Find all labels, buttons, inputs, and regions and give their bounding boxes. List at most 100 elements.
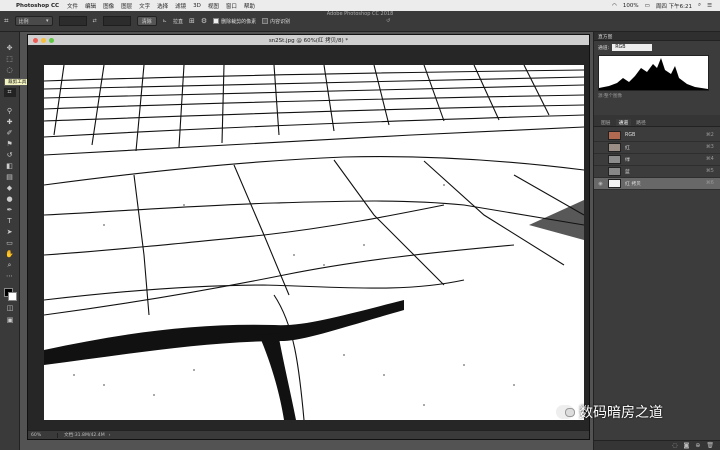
histogram-graph <box>598 55 709 91</box>
type-tool-icon[interactable]: T <box>4 217 16 226</box>
stamp-tool-icon[interactable]: ⚑ <box>4 140 16 149</box>
quick-mask-icon[interactable]: ◫ <box>4 304 16 313</box>
menu-item-file[interactable]: 文件 <box>67 2 78 10</box>
reset-icon[interactable]: ↺ <box>386 18 390 24</box>
menu-item-image[interactable]: 图像 <box>103 2 114 10</box>
checkbox-icon <box>262 18 269 24</box>
ratio-select[interactable]: 比例 ▾ <box>14 16 53 26</box>
histogram-channel-select[interactable]: RGB <box>612 44 653 51</box>
tab-channels[interactable]: 通道 <box>615 119 632 126</box>
crop-tool-preset-icon[interactable]: ⌗ <box>4 16 9 26</box>
tab-layers[interactable]: 图层 <box>598 119 614 126</box>
menu-item-layer[interactable]: 图层 <box>121 2 132 10</box>
swap-icon[interactable]: ⇄ <box>93 18 97 24</box>
new-channel-icon[interactable]: ⊕ <box>695 442 700 449</box>
options-bar: ⌗ 比例 ▾ ⇄ 清除 ⊾ 拉直 ⊞ ⚙ 删除裁剪的像素 内容识别 ↺ <box>0 11 720 32</box>
save-selection-icon[interactable]: ◙ <box>684 442 690 449</box>
crop-tool-icon[interactable]: ⌗ <box>3 88 16 97</box>
channel-name: 红 拷贝 <box>625 182 641 187</box>
battery-percent: 100% <box>622 2 639 9</box>
delete-cropped-label: 删除裁剪的像素 <box>221 18 257 25</box>
gradient-tool-icon[interactable]: ▤ <box>4 173 16 182</box>
app-menu[interactable]: Photoshop CC <box>16 3 59 9</box>
delete-channel-icon[interactable]: 🗑 <box>706 442 714 449</box>
channel-shortcut: ⌘2 <box>706 133 714 138</box>
document-info[interactable]: 文档:31.8M/42.4M <box>58 432 105 438</box>
document-title: sn2St.jpg @ 60%(红 拷贝/8) * <box>268 38 349 44</box>
path-select-tool-icon[interactable]: ➤ <box>4 228 16 237</box>
hand-tool-icon[interactable]: ✋ <box>4 250 16 259</box>
pen-tool-icon[interactable]: ✒ <box>4 206 16 215</box>
tab-paths[interactable]: 路径 <box>633 119 649 126</box>
menu-bar: Photoshop CC 文件 编辑 图像 图层 文字 选择 滤镜 3D 视图 … <box>0 0 720 11</box>
checkbox-icon <box>213 18 220 24</box>
brush-tool-icon[interactable]: ✐ <box>4 129 16 138</box>
width-input[interactable] <box>58 16 87 26</box>
blur-tool-icon[interactable]: ◆ <box>4 184 16 193</box>
marquee-tool-icon[interactable]: ⬚ <box>4 55 16 64</box>
channel-row-green[interactable]: 绿 ⌘4 <box>594 154 720 166</box>
menu-item-select[interactable]: 选择 <box>157 2 168 10</box>
histogram-shape <box>599 58 708 90</box>
menu-item-view[interactable]: 视图 <box>208 2 219 10</box>
shape-tool-icon[interactable]: ▭ <box>4 239 16 248</box>
clock[interactable]: 周四 下午6:21 <box>656 2 692 10</box>
channel-thumbnail <box>608 155 621 164</box>
channel-row-rgb[interactable]: RGB ⌘2 <box>594 130 720 142</box>
wifi-icon[interactable]: ◠ <box>612 3 617 9</box>
histogram-panel-title[interactable]: 直方图 <box>594 32 720 41</box>
status-bar: 60% 文档:31.8M/42.4M › <box>28 430 589 439</box>
image-canvas[interactable] <box>44 65 584 420</box>
status-arrow-icon[interactable]: › <box>109 433 111 438</box>
channel-row-blue[interactable]: 蓝 ⌘5 <box>594 166 720 178</box>
search-icon[interactable]: ⌕ <box>698 2 701 9</box>
eye-icon[interactable]: ◉ <box>597 181 604 187</box>
healing-brush-tool-icon[interactable]: ✚ <box>4 118 16 127</box>
document-tab[interactable]: sn2St.jpg @ 60%(红 拷贝/8) * <box>28 35 589 45</box>
eyedropper-tool-icon[interactable]: ⚲ <box>4 107 16 116</box>
menu-item-help[interactable]: 帮助 <box>244 2 255 10</box>
history-brush-tool-icon[interactable]: ↺ <box>4 151 16 160</box>
load-selection-icon[interactable]: ◌ <box>672 442 677 449</box>
overlay-grid-icon[interactable]: ⊞ <box>189 17 195 25</box>
settings-gear-icon[interactable]: ⚙ <box>201 17 207 25</box>
menu-item-3d[interactable]: 3D <box>193 3 201 9</box>
histogram-channel-row: 通道: RGB <box>594 41 720 54</box>
channels-panel-footer: ◌ ◙ ⊕ 🗑 <box>594 440 720 450</box>
screen-mode-icon[interactable]: ▣ <box>4 316 16 325</box>
more-tools-icon[interactable]: ⋯ <box>4 272 16 281</box>
move-tool-icon[interactable]: ✥ <box>4 44 16 53</box>
channel-name: 绿 <box>625 158 630 163</box>
channel-name: 蓝 <box>625 170 630 175</box>
delete-cropped-checkbox[interactable]: 删除裁剪的像素 <box>213 18 256 25</box>
channel-shortcut: ⌘3 <box>706 145 714 150</box>
channel-thumbnail <box>608 131 621 140</box>
document-window: sn2St.jpg @ 60%(红 拷贝/8) * 60% 文档:31.8M/4… <box>27 34 590 440</box>
menu-item-filter[interactable]: 滤镜 <box>175 2 186 10</box>
channel-row-red[interactable]: 红 ⌘3 <box>594 142 720 154</box>
menu-item-window[interactable]: 窗口 <box>226 2 237 10</box>
menu-item-edit[interactable]: 编辑 <box>85 2 96 10</box>
clear-button[interactable]: 清除 <box>136 16 157 26</box>
eraser-tool-icon[interactable]: ◧ <box>4 162 16 171</box>
list-icon[interactable]: ☰ <box>707 3 712 9</box>
lasso-tool-icon[interactable]: ◌ <box>4 66 16 75</box>
straighten-button[interactable]: 拉直 <box>173 18 183 25</box>
right-panel-dock: 直方图 通道: RGB 源:整个图像 图层 通道 路径 RGB ⌘2 红 ⌘3 … <box>593 32 720 450</box>
height-input[interactable] <box>102 16 131 26</box>
battery-icon[interactable]: ▭ <box>645 3 650 9</box>
straighten-icon[interactable]: ⊾ <box>163 18 167 24</box>
channel-row-red-copy[interactable]: ◉ 红 拷贝 ⌘6 <box>594 178 720 190</box>
channel-thumbnail <box>608 167 621 176</box>
content-aware-checkbox[interactable]: 内容识别 <box>262 18 290 25</box>
watermark: 数码暗房之道 <box>556 402 663 422</box>
wechat-logo-icon <box>556 405 575 419</box>
channel-shortcut: ⌘5 <box>706 169 714 174</box>
histogram-source-note: 源:整个图像 <box>598 94 623 99</box>
channels-panel-tabs: 图层 通道 路径 <box>594 115 720 127</box>
zoom-tool-icon[interactable]: ⌕ <box>4 261 16 270</box>
zoom-level[interactable]: 60% <box>28 432 58 438</box>
menu-item-type[interactable]: 文字 <box>139 2 150 10</box>
dodge-tool-icon[interactable]: ● <box>4 195 16 204</box>
background-color-swatch[interactable] <box>8 292 17 301</box>
